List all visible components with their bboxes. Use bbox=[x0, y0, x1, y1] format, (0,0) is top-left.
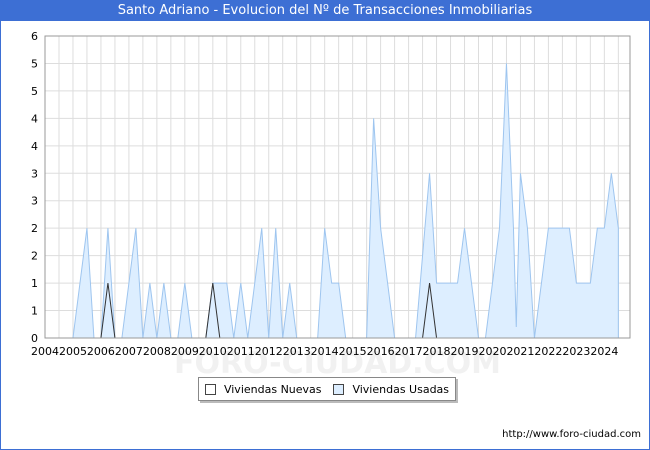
source-url: http://www.foro-ciudad.com bbox=[502, 429, 641, 440]
legend-item-usadas: Viviendas Usadas bbox=[333, 383, 449, 396]
x-tick-label: 2016 bbox=[367, 345, 395, 358]
legend-swatch-usadas bbox=[333, 383, 345, 395]
legend-label-nuevas: Viviendas Nuevas bbox=[223, 382, 322, 396]
x-tick-label: 2010 bbox=[199, 345, 227, 358]
y-tick-label: 2 bbox=[31, 222, 38, 235]
y-tick-label: 0 bbox=[31, 332, 38, 345]
x-tick-label: 2014 bbox=[311, 345, 339, 358]
x-tick-label: 2012 bbox=[255, 345, 283, 358]
x-tick-label: 2011 bbox=[227, 345, 255, 358]
y-tick-label: 1 bbox=[31, 277, 38, 290]
x-tick-label: 2013 bbox=[283, 345, 311, 358]
legend-swatch-nuevas bbox=[204, 383, 216, 395]
x-tick-label: 2007 bbox=[115, 345, 143, 358]
x-tick-label: 2023 bbox=[562, 345, 590, 358]
y-tick-label: 2 bbox=[31, 250, 38, 263]
x-tick-label: 2004 bbox=[31, 345, 59, 358]
x-tick-label: 2022 bbox=[534, 345, 562, 358]
x-tick-label: 2005 bbox=[59, 345, 87, 358]
x-tick-label: 2019 bbox=[451, 345, 479, 358]
y-tick-label: 4 bbox=[31, 140, 38, 153]
x-tick-label: 2018 bbox=[423, 345, 451, 358]
y-tick-label: 5 bbox=[31, 57, 38, 70]
y-tick-label: 1 bbox=[31, 305, 38, 318]
y-tick-label: 3 bbox=[31, 195, 38, 208]
x-tick-label: 2021 bbox=[506, 345, 534, 358]
x-tick-label: 2006 bbox=[87, 345, 115, 358]
legend-item-nuevas: Viviendas Nuevas bbox=[204, 382, 322, 396]
x-tick-label: 2015 bbox=[339, 345, 367, 358]
legend-label-usadas: Viviendas Usadas bbox=[352, 382, 450, 396]
y-tick-label: 6 bbox=[31, 30, 38, 43]
chart-title: Santo Adriano - Evolucion del Nº de Tran… bbox=[1, 1, 649, 21]
x-tick-label: 2009 bbox=[171, 345, 199, 358]
x-tick-label: 2017 bbox=[395, 345, 423, 358]
chart-frame: FORO-CIUDAD.COM 0 1 1 2 2 3 3 4 4 5 5 6 2004 2005 2006 2… bbox=[0, 0, 650, 450]
x-tick-label: 2008 bbox=[143, 345, 171, 358]
x-tick-label: 2020 bbox=[478, 345, 506, 358]
y-tick-label: 4 bbox=[31, 112, 38, 125]
x-tick-label: 2024 bbox=[590, 345, 618, 358]
y-tick-label: 3 bbox=[31, 167, 38, 180]
legend: Viviendas Nuevas Viviendas Usadas bbox=[198, 377, 456, 401]
y-tick-label: 5 bbox=[31, 85, 38, 98]
